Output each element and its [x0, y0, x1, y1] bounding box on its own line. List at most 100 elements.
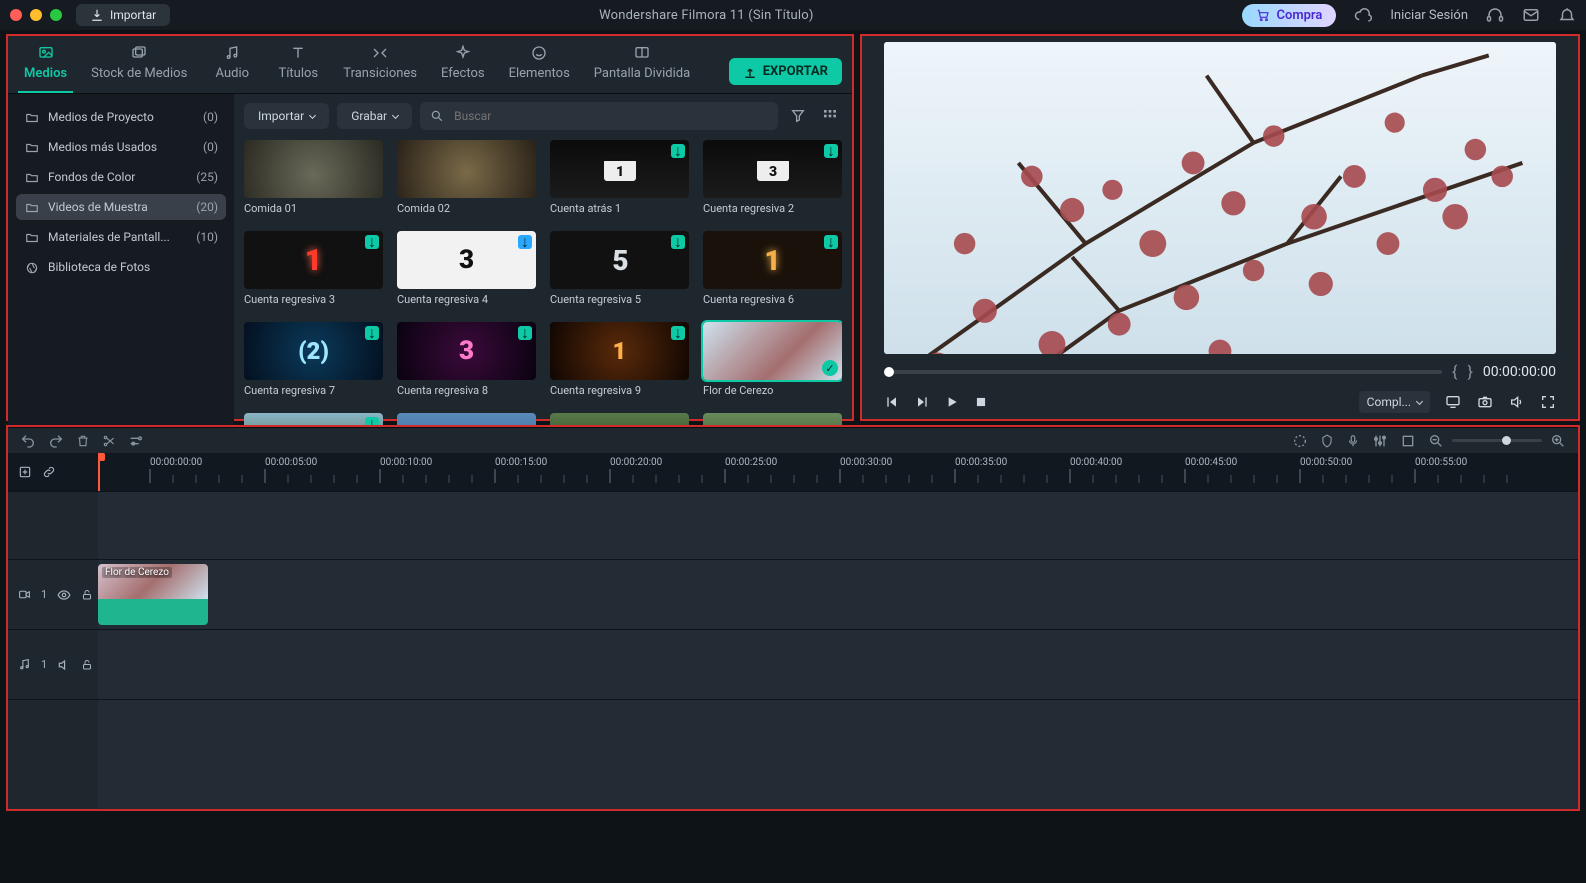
search-field[interactable]	[420, 102, 778, 130]
stop-button[interactable]	[974, 395, 988, 409]
media-item[interactable]: ↓	[244, 413, 383, 425]
media-label: Cuenta atrás 1	[550, 202, 689, 215]
render-icon[interactable]	[1292, 433, 1308, 449]
zoom-out-button[interactable]	[1428, 433, 1444, 449]
lock-icon[interactable]	[81, 588, 93, 602]
media-item[interactable]: 3↓ Cuenta regresiva 4	[397, 231, 536, 306]
media-item[interactable]: 1↓ Cuenta regresiva 9	[550, 322, 689, 397]
grid-view-icon[interactable]	[818, 104, 842, 128]
tab-efectos[interactable]: Efectos	[435, 42, 491, 93]
redo-button[interactable]	[48, 433, 64, 449]
mail-icon[interactable]	[1522, 6, 1540, 24]
mark-out-icon[interactable]: }	[1467, 362, 1472, 381]
media-item[interactable]: (2)↓ Cuenta regresiva 7	[244, 322, 383, 397]
track-add-icon[interactable]	[18, 465, 32, 479]
media-item[interactable]	[397, 413, 536, 425]
buy-button[interactable]: Compra	[1242, 4, 1336, 27]
sidebar-item-photo-library[interactable]: Biblioteca de Fotos	[16, 254, 226, 280]
media-item[interactable]	[703, 413, 842, 425]
ruler-head-controls	[8, 453, 98, 491]
fullscreen-icon[interactable]	[1540, 394, 1556, 410]
media-item-selected[interactable]: ✓ Flor de Cerezo	[703, 322, 842, 397]
tab-audio[interactable]: Audio	[205, 42, 259, 93]
mute-icon[interactable]	[57, 658, 71, 672]
scrubber-head[interactable]	[884, 367, 894, 377]
media-item[interactable]: Comida 02	[397, 140, 536, 215]
settings-icon[interactable]	[128, 433, 144, 449]
eye-icon[interactable]	[57, 588, 71, 602]
lock-icon[interactable]	[81, 658, 93, 672]
media-item[interactable]: 3 ↓ Cuenta regresiva 2	[703, 140, 842, 215]
media-item[interactable]: 5↓ Cuenta regresiva 5	[550, 231, 689, 306]
export-button[interactable]: EXPORTAR	[729, 58, 842, 85]
login-link[interactable]: Iniciar Sesión	[1390, 8, 1468, 23]
sidebar-item-color-bg[interactable]: Fondos de Color (25)	[16, 164, 226, 190]
snapshot-icon[interactable]	[1476, 394, 1494, 410]
audio-track[interactable]: 1	[8, 629, 1578, 699]
tab-transiciones[interactable]: Transiciones	[337, 42, 423, 93]
media-label: Cuenta regresiva 3	[244, 293, 383, 306]
marker-icon[interactable]	[1320, 433, 1334, 449]
titlebar-import-button[interactable]: Importar	[76, 4, 170, 26]
display-icon[interactable]	[1444, 394, 1462, 410]
undo-button[interactable]	[20, 433, 36, 449]
media-item[interactable]	[550, 413, 689, 425]
sidebar-item-project-media[interactable]: Medios de Proyecto (0)	[16, 104, 226, 130]
spacer-track	[8, 699, 1578, 809]
playhead[interactable]	[98, 453, 100, 491]
play-button[interactable]	[944, 394, 960, 410]
timeline-ruler[interactable]: 00:00:00:0000:00:05:0000:00:10:0000:00:1…	[98, 453, 1578, 491]
cloud-icon[interactable]	[1354, 6, 1372, 24]
import-dropdown[interactable]: Importar	[244, 103, 329, 129]
media-item[interactable]: 1 ↓ Cuenta atrás 1	[550, 140, 689, 215]
video-track-icon	[18, 588, 31, 601]
sidebar-item-sample-videos[interactable]: Videos de Muestra (20)	[16, 194, 226, 220]
media-item[interactable]: Comida 01	[244, 140, 383, 215]
video-track[interactable]: 1 Flor de Cerezo	[8, 559, 1578, 629]
zoom-slider-head[interactable]	[1502, 436, 1511, 445]
timeline-tracks: 1 Flor de Cerezo 1	[8, 491, 1578, 809]
zoom-in-button[interactable]	[1550, 433, 1566, 449]
video-track-body[interactable]: Flor de Cerezo	[98, 560, 1578, 629]
tab-pantalla-dividida[interactable]: Pantalla Dividida	[588, 42, 696, 93]
tab-medios[interactable]: Medios	[18, 42, 73, 93]
filter-icon[interactable]	[786, 104, 810, 128]
close-window-button[interactable]	[10, 9, 22, 21]
titlebar-right: Compra Iniciar Sesión	[1242, 4, 1576, 27]
preview-viewport[interactable]	[884, 42, 1556, 354]
step-back-button[interactable]	[884, 394, 900, 410]
minimize-window-button[interactable]	[30, 9, 42, 21]
step-forward-button[interactable]	[914, 394, 930, 410]
split-button[interactable]	[102, 433, 116, 449]
media-label: Cuenta regresiva 4	[397, 293, 536, 306]
quality-dropdown[interactable]: Compl...	[1359, 391, 1430, 413]
voiceover-icon[interactable]	[1346, 433, 1360, 449]
media-item[interactable]: 1↓ Cuenta regresiva 6	[703, 231, 842, 306]
link-icon[interactable]	[42, 465, 56, 479]
media-item[interactable]: 1↓ Cuenta regresiva 3	[244, 231, 383, 306]
preview-scrubber[interactable]	[884, 370, 1442, 374]
tab-stock-medios[interactable]: Stock de Medios	[85, 42, 193, 93]
svg-text:00:00:35:00: 00:00:35:00	[955, 457, 1008, 468]
timeline-clip[interactable]: Flor de Cerezo	[98, 564, 208, 625]
folder-icon	[24, 111, 40, 123]
audio-track-body[interactable]	[98, 630, 1578, 699]
maximize-window-button[interactable]	[50, 9, 62, 21]
delete-button[interactable]	[76, 433, 90, 449]
search-input[interactable]	[452, 108, 768, 124]
sidebar-item-screen-materials[interactable]: Materiales de Pantall... (10)	[16, 224, 226, 250]
notifications-icon[interactable]	[1558, 6, 1576, 24]
sidebar-item-most-used[interactable]: Medios más Usados (0)	[16, 134, 226, 160]
crop-icon[interactable]	[1400, 433, 1416, 449]
zoom-slider[interactable]	[1452, 439, 1542, 442]
tab-titulos[interactable]: Títulos	[271, 42, 325, 93]
mark-in-icon[interactable]: {	[1452, 362, 1457, 381]
media-item[interactable]: 3↓ Cuenta regresiva 8	[397, 322, 536, 397]
volume-icon[interactable]	[1508, 394, 1526, 410]
sidebar-item-label: Materiales de Pantall...	[48, 230, 170, 244]
tab-elementos[interactable]: Elementos	[503, 42, 576, 93]
support-icon[interactable]	[1486, 6, 1504, 24]
record-dropdown[interactable]: Grabar	[337, 103, 412, 129]
audio-mixer-icon[interactable]	[1372, 433, 1388, 449]
svg-text:00:00:30:00: 00:00:30:00	[840, 457, 893, 468]
